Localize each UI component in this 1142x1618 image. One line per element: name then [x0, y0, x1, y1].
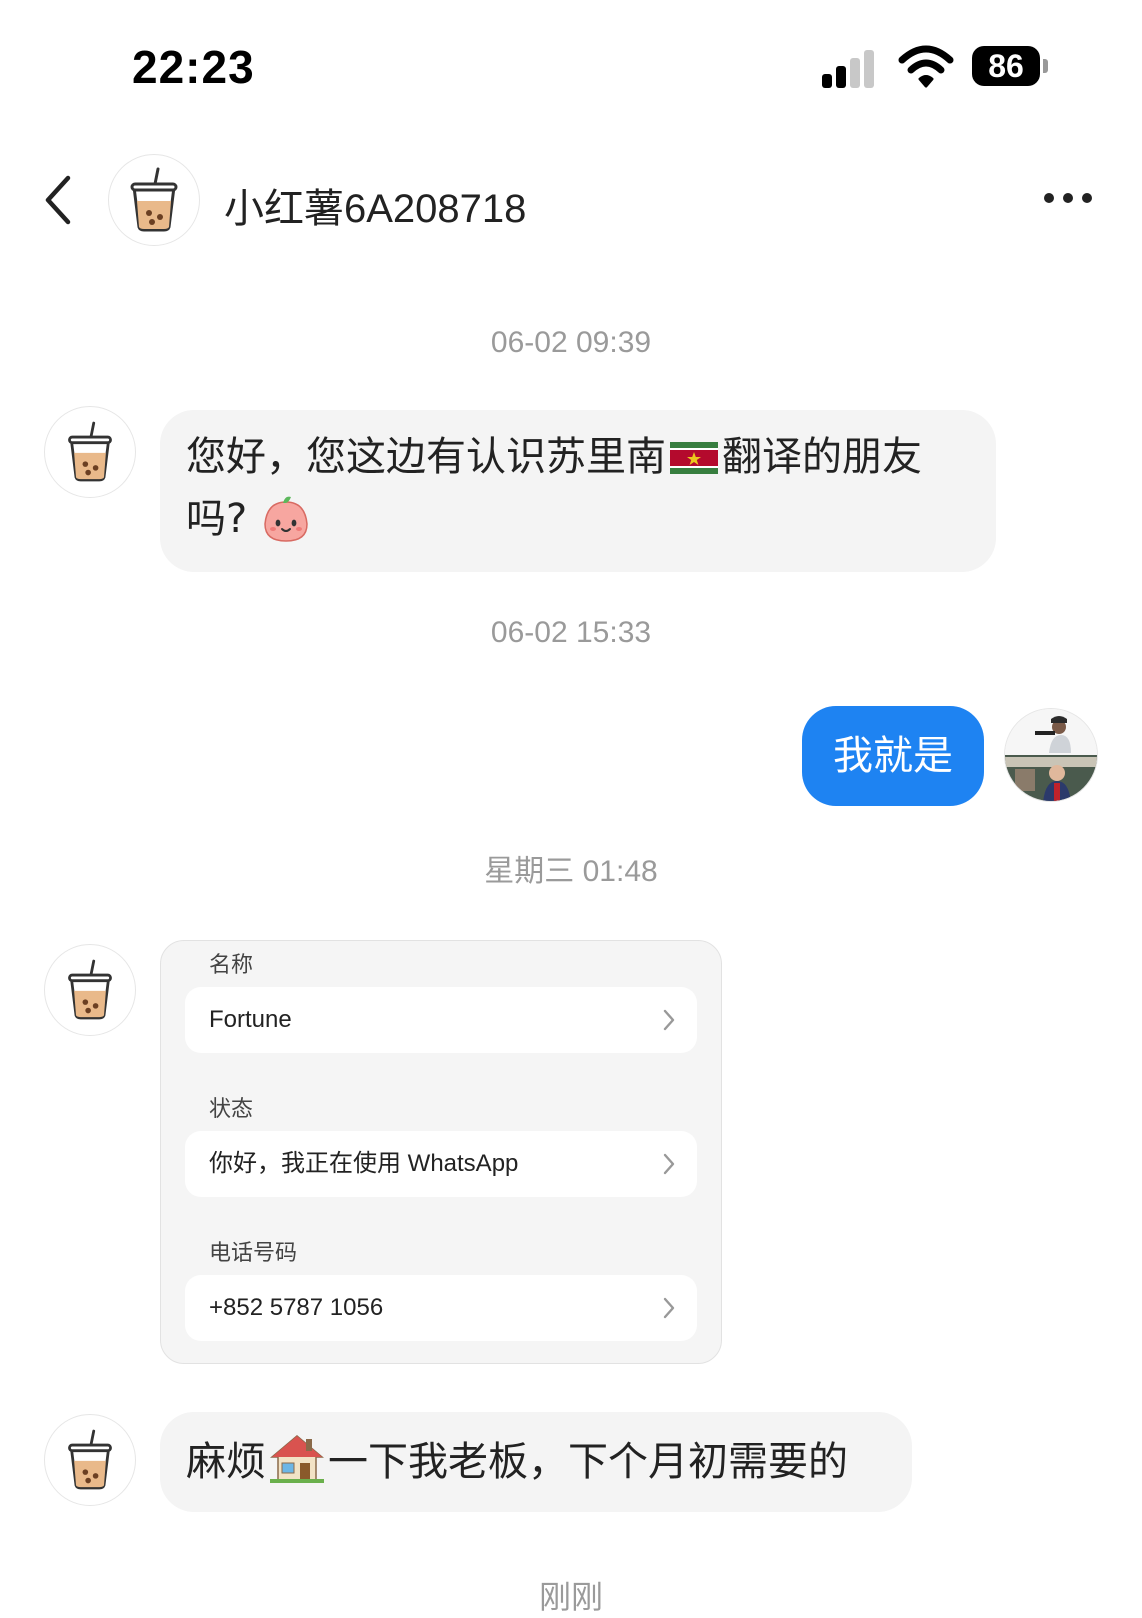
message-timestamp: 06-02 09:39 — [490, 326, 652, 359]
status-row[interactable]: 你好，我正在使用 WhatsApp — [185, 1131, 697, 1197]
message-text: 麻烦 — [186, 1439, 266, 1485]
status-value: 你好，我正在使用 WhatsApp — [209, 1150, 519, 1177]
status-time: 22:23 — [132, 41, 255, 93]
bubble-tea-avatar-icon — [130, 167, 178, 232]
more-dots-icon[interactable] — [1044, 188, 1092, 208]
phone-row[interactable]: +852 5787 1056 — [185, 1275, 697, 1341]
message-text: 翻译的朋友 — [722, 434, 922, 480]
message-text: 一下我老板，下个月初需要的 — [328, 1439, 848, 1485]
outgoing-message-bubble[interactable]: 我就是 — [802, 706, 984, 806]
phone-label: 电话号码 — [209, 1241, 298, 1266]
contact-name[interactable]: 小红薯6A208718 — [224, 176, 526, 234]
my-avatar-photo — [1005, 709, 1097, 801]
contact-avatar[interactable] — [108, 154, 200, 246]
chevron-right-icon — [663, 1009, 675, 1031]
message-text: 我就是 — [833, 733, 953, 779]
name-label: 名称 — [209, 953, 254, 978]
name-row[interactable]: Fortune — [185, 987, 697, 1053]
message-timestamp: 06-02 15:33 — [490, 616, 652, 649]
name-value: Fortune — [209, 1006, 292, 1033]
message-timestamp: 刚刚 — [538, 1579, 603, 1615]
house-emoji-icon — [270, 1435, 324, 1483]
my-avatar[interactable] — [1004, 708, 1098, 802]
battery-icon: 86 — [972, 46, 1040, 86]
happy-face-emoji-icon — [264, 496, 308, 542]
message-timestamp: 星期三 01:48 — [484, 855, 658, 888]
chevron-right-icon — [663, 1153, 675, 1175]
dot — [1044, 193, 1054, 203]
contact-card[interactable]: 名称 Fortune 状态 你好，我正在使用 WhatsApp 电话号码 +85… — [160, 940, 722, 1364]
message-text: 您好，您这边有认识苏里南 — [186, 434, 666, 480]
message-text: 吗? — [186, 496, 248, 542]
status-label: 状态 — [209, 1097, 254, 1122]
bubble-tea-avatar-icon — [68, 1429, 112, 1490]
contact-avatar[interactable] — [44, 1414, 136, 1506]
signal-icon — [822, 48, 882, 88]
battery-tip — [1043, 59, 1048, 73]
phone-value: +852 5787 1056 — [209, 1294, 384, 1321]
incoming-message-bubble[interactable]: 您好，您这边有认识苏里南 翻译的朋友 吗? — [160, 410, 996, 572]
bubble-tea-avatar-icon — [68, 421, 112, 482]
wifi-icon — [898, 45, 954, 88]
incoming-message-bubble[interactable]: 麻烦 一下我老板，下个月初需要的 — [160, 1412, 912, 1512]
back-chevron-icon[interactable] — [40, 170, 80, 230]
chevron-right-icon — [663, 1297, 675, 1319]
dot — [1063, 193, 1073, 203]
suriname-flag-icon — [670, 442, 718, 474]
contact-avatar[interactable] — [44, 944, 136, 1036]
dot — [1082, 193, 1092, 203]
contact-avatar[interactable] — [44, 406, 136, 498]
bubble-tea-avatar-icon — [68, 959, 112, 1020]
